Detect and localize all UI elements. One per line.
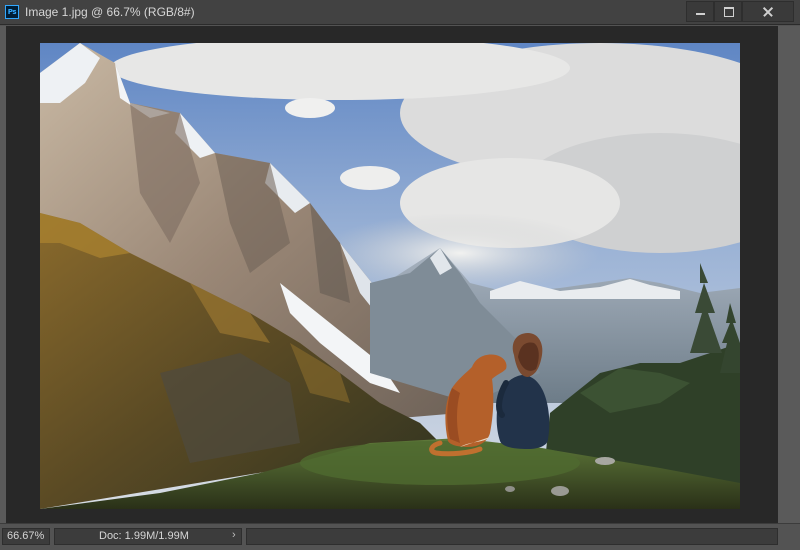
right-gutter [778,26,800,523]
photoshop-app-icon: Ps [5,5,19,19]
document-image[interactable] [40,43,740,509]
document-window: Ps Image 1.jpg @ 66.7% (RGB/8#) 66.67% D… [0,0,800,550]
document-titlebar[interactable]: Ps Image 1.jpg @ 66.7% (RGB/8#) [0,0,800,25]
maximize-button[interactable] [714,1,742,22]
status-menu-chevron-icon[interactable]: › [232,528,236,543]
doc-size-info[interactable]: Doc: 1.99M/1.99M [54,528,242,545]
status-bar-track [246,528,778,545]
document-title: Image 1.jpg @ 66.7% (RGB/8#) [25,5,195,19]
photo-illustration [40,43,740,509]
zoom-level-field[interactable]: 66.67% [2,528,50,545]
minimize-button[interactable] [686,1,714,22]
close-button[interactable] [742,1,794,22]
status-bar: 66.67% Doc: 1.99M/1.99M › [0,523,800,550]
canvas-area[interactable] [6,26,778,523]
